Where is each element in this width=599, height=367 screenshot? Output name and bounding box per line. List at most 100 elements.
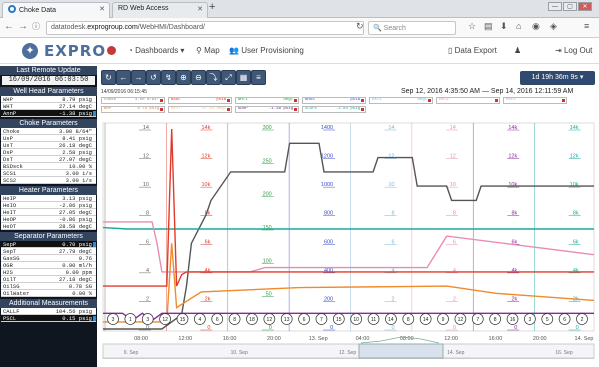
legend-chip[interactable]: BSDL psia [168, 97, 232, 104]
minimize-icon[interactable]: — [548, 2, 562, 11]
parameter-row[interactable]: AnnP -1.38 psig [1, 110, 96, 117]
tab-choke-data[interactable]: Choke Data ✕ [2, 2, 110, 18]
grid-icon[interactable]: ▦ [236, 70, 251, 85]
parameter-row[interactable]: PSCL 0.15 psig [1, 315, 96, 322]
menu-icon[interactable]: ≡ [584, 21, 589, 31]
parameter-row[interactable]: GasSG 0.76 [1, 255, 96, 262]
info-icon[interactable]: ⓘ [32, 21, 40, 32]
parameter-row[interactable]: BSDsck 10.00 % [1, 163, 96, 170]
remove-series-icon[interactable] [160, 99, 163, 102]
shield-icon[interactable]: ◈ [550, 21, 557, 32]
legend-chip[interactable]: DsT2 [436, 97, 500, 104]
parameter-row[interactable]: OilSG 0.78 SG [1, 283, 96, 290]
legend-chip[interactable]: DsT1 degC [369, 97, 433, 104]
parameter-row[interactable]: HeOT 28.58 degC [1, 223, 96, 230]
remove-series-icon[interactable] [294, 99, 297, 102]
parameter-row[interactable]: WHT 27.14 degC [1, 103, 96, 110]
legend-label: BSDL [171, 98, 181, 102]
remove-series-icon[interactable] [562, 99, 565, 102]
new-tab-button[interactable]: + [209, 1, 215, 13]
remove-series-icon[interactable] [495, 99, 498, 102]
url-input[interactable]: datatodesk.exprogroup.com/WebHMI/Dashboa… [46, 21, 364, 35]
remove-series-icon[interactable] [160, 108, 163, 111]
nav-user-provisioning[interactable]: 👥 User Provisioning [229, 46, 304, 55]
data-export-button[interactable]: ▯ Data Export [448, 46, 497, 55]
home-icon[interactable]: ⌂ [516, 21, 521, 31]
parameter-row[interactable]: CALLF 104.56 psig [1, 308, 96, 315]
legend-chip[interactable]: MsP2 [503, 97, 567, 104]
parameter-row[interactable]: WHP 8.79 psig [1, 96, 96, 103]
alarm-bell-icon[interactable] [93, 111, 96, 116]
tab-rd-web-access[interactable]: RD Web Access ✕ [112, 2, 208, 18]
pan-icon[interactable]: ⤵ [206, 70, 221, 85]
legend-value: degC [283, 98, 293, 102]
legend-chip[interactable]: AnnP -1.38 psig [235, 106, 299, 113]
refresh-icon[interactable]: ↻ [101, 70, 116, 85]
event-marker-label: 8 [407, 317, 410, 323]
legend-chip[interactable]: WHT1 degC [235, 97, 299, 104]
parameter-row[interactable]: UsP 8.41 psig [1, 135, 96, 142]
parameter-row[interactable]: OilT 27.18 degC [1, 276, 96, 283]
back-icon[interactable]: ← [116, 70, 131, 85]
parameter-row[interactable]: SCS1 3.00 i/s [1, 170, 96, 177]
legend-chip[interactable]: BHSS psia [302, 97, 366, 104]
nav-map[interactable]: ⚲ Map [196, 46, 220, 55]
x-tick-label: 04:00 [356, 336, 370, 342]
parameter-row[interactable]: HeIO -2.06 psig [1, 202, 96, 209]
reset-icon[interactable]: ↺ [146, 70, 161, 85]
alarm-bell-icon[interactable] [93, 316, 96, 321]
user-icon[interactable]: ♟ [514, 46, 521, 55]
parameter-row[interactable]: HeIP 3.13 psig [1, 195, 96, 202]
parameter-row[interactable]: SCS2 3.00 i/s [1, 177, 96, 184]
parameter-row[interactable]: H2S 0.00 ppm [1, 269, 96, 276]
pen-icon[interactable]: ↯ [161, 70, 176, 85]
search-input[interactable]: 🔍 Search [368, 21, 456, 35]
expand-icon[interactable]: ⤢ [221, 70, 236, 85]
pocket-icon[interactable]: ◉ [532, 21, 540, 32]
logo[interactable]: EXPRO [44, 42, 106, 60]
parameter-row[interactable]: DsP 2.58 psig [1, 149, 96, 156]
forward-icon[interactable]: → [18, 21, 28, 32]
parameter-row[interactable]: Choke 3.00 8/64" [1, 128, 96, 135]
parameter-row[interactable]: SepT 27.79 degC [1, 248, 96, 255]
close-tab-icon[interactable]: ✕ [197, 5, 203, 13]
reload-icon[interactable]: ↻ [356, 21, 364, 32]
zoom-in-icon[interactable]: ⊕ [176, 70, 191, 85]
parameter-row[interactable]: HeOP -0.86 psig [1, 216, 96, 223]
remove-series-icon[interactable] [294, 108, 297, 111]
alarm-bell-icon[interactable] [93, 242, 96, 247]
forward-icon[interactable]: → [131, 70, 146, 85]
event-marker-label: 14 [388, 317, 394, 323]
legend-chip[interactable]: WHP 8.79 psig [101, 106, 165, 113]
parameter-row[interactable]: SepP 0.70 psig [1, 241, 96, 248]
library-icon[interactable]: ▤ [484, 21, 493, 32]
parameter-label: OGR [3, 262, 13, 269]
parameter-label: HeIP [3, 195, 17, 202]
close-tab-icon[interactable]: ✕ [99, 5, 105, 13]
close-window-icon[interactable]: ✕ [578, 2, 592, 11]
parameter-row[interactable]: OGR 0.90 ml/h [1, 262, 96, 269]
back-icon[interactable]: ← [4, 21, 14, 32]
remove-series-icon[interactable] [361, 108, 364, 111]
navigator-label: 16. Sep [555, 350, 572, 356]
star-icon[interactable]: ☆ [468, 21, 476, 32]
remove-series-icon[interactable] [227, 108, 230, 111]
trend-chart[interactable]: 1412108642014k12k10k8k6k4k2k030025020015… [101, 121, 596, 359]
parameter-row[interactable]: OilWater 0.00 % [1, 290, 96, 297]
list-icon[interactable]: ≡ [251, 70, 266, 85]
parameter-row[interactable]: HeIT 27.05 degC [1, 209, 96, 216]
nav-dashboards[interactable]: ◔ Dashboards ▾ [128, 46, 184, 55]
logout-button[interactable]: ⇥ Log Out [555, 46, 592, 55]
zoom-out-icon[interactable]: ⊖ [191, 70, 206, 85]
maximize-icon[interactable]: ▢ [563, 2, 577, 11]
legend-chip[interactable]: SCSP1 -2.83 psig [302, 106, 366, 113]
legend-chip[interactable]: Choke 3.00 8/64" [101, 97, 165, 104]
legend-chip[interactable]: OilT 27.18 degC [168, 106, 232, 113]
parameter-row[interactable]: DsT 27.97 degC [1, 156, 96, 163]
parameter-row[interactable]: UsT 26.18 degC [1, 142, 96, 149]
remove-series-icon[interactable] [428, 99, 431, 102]
remove-series-icon[interactable] [361, 99, 364, 102]
download-icon[interactable]: ⬇ [500, 21, 508, 32]
time-range-dropdown[interactable]: 1d 19h 36m 9s ▾ [520, 71, 595, 85]
remove-series-icon[interactable] [227, 99, 230, 102]
